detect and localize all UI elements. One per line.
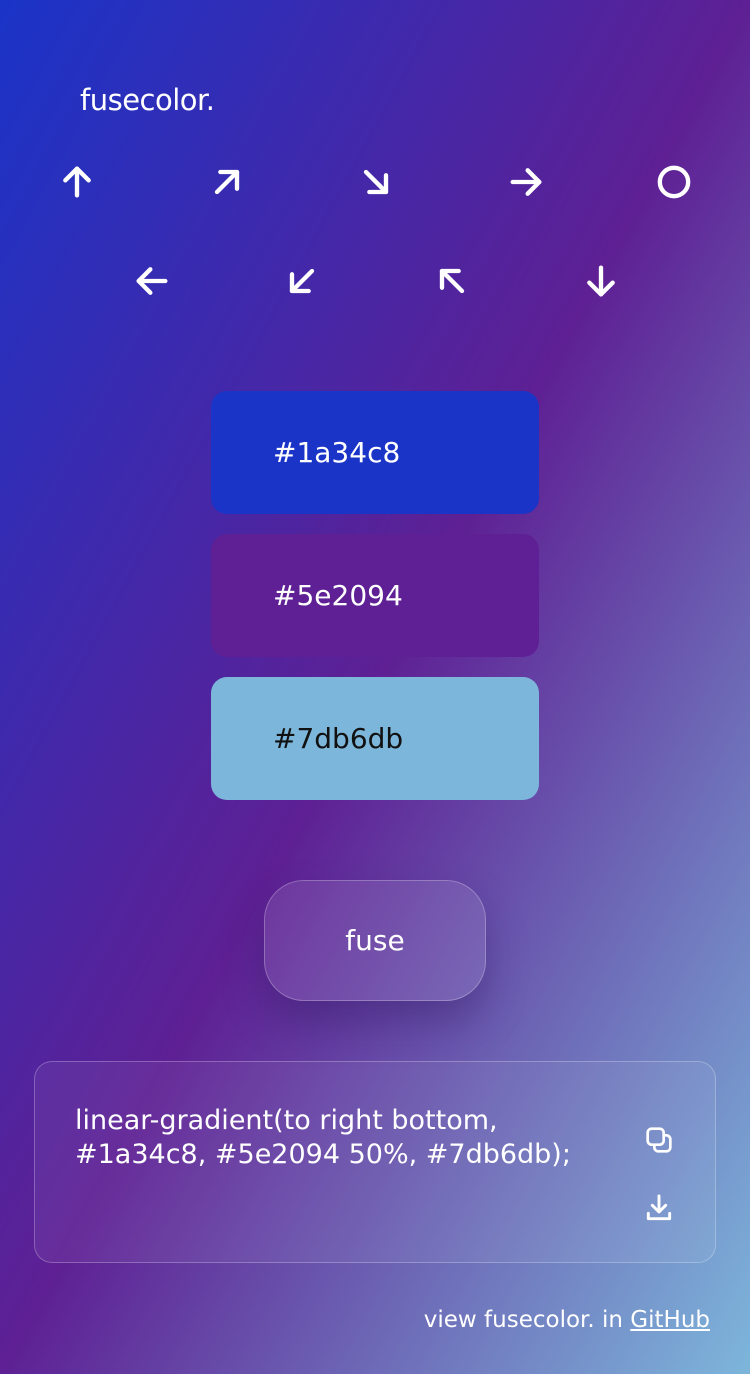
direction-left-button[interactable]: [124, 253, 180, 309]
footer-text: view fusecolor. in: [423, 1307, 623, 1333]
direction-radial-button[interactable]: [646, 154, 702, 210]
swatch-hex-label: #5e2094: [273, 579, 403, 612]
direction-up-right-button[interactable]: [199, 154, 255, 210]
swatch-hex-label: #7db6db: [273, 722, 404, 755]
gradient-css-line-1: linear-gradient(to right bottom,: [75, 1105, 498, 1136]
color-swatch-2[interactable]: #5e2094: [211, 534, 539, 657]
direction-down-right-button[interactable]: [348, 154, 404, 210]
gradient-output-panel: linear-gradient(to right bottom, #1a34c8…: [34, 1061, 716, 1263]
footer: view fusecolor. in GitHub: [424, 1304, 710, 1336]
arrow-up-right-icon: [214, 169, 240, 195]
color-swatch-3[interactable]: #7db6db: [211, 677, 539, 800]
arrow-down-left-icon: [289, 268, 315, 294]
gradient-css-output: linear-gradient(to right bottom, #1a34c8…: [75, 1104, 615, 1172]
fuse-button[interactable]: fuse: [264, 880, 486, 1001]
arrow-up-icon: [63, 166, 91, 198]
direction-down-button[interactable]: [573, 253, 629, 309]
app-logo: fusecolor.: [80, 83, 215, 117]
download-button[interactable]: [639, 1188, 679, 1228]
download-icon: [646, 1194, 672, 1221]
copy-button[interactable]: [639, 1120, 679, 1160]
arrow-right-icon: [510, 168, 542, 196]
arrow-down-icon: [587, 265, 615, 297]
direction-up-left-button[interactable]: [424, 253, 480, 309]
circle-icon: [657, 165, 691, 199]
direction-up-button[interactable]: [49, 154, 105, 210]
github-link[interactable]: GitHub: [630, 1307, 710, 1333]
arrow-down-right-icon: [363, 169, 389, 195]
direction-right-button[interactable]: [498, 154, 554, 210]
copy-icon: [646, 1127, 672, 1153]
swatch-hex-label: #1a34c8: [273, 436, 401, 469]
direction-down-left-button[interactable]: [274, 253, 330, 309]
arrow-left-icon: [136, 267, 168, 295]
gradient-css-line-2: #1a34c8, #5e2094 50%, #7db6db);: [75, 1139, 571, 1170]
color-swatch-1[interactable]: #1a34c8: [211, 391, 539, 514]
arrow-up-left-icon: [439, 268, 465, 294]
